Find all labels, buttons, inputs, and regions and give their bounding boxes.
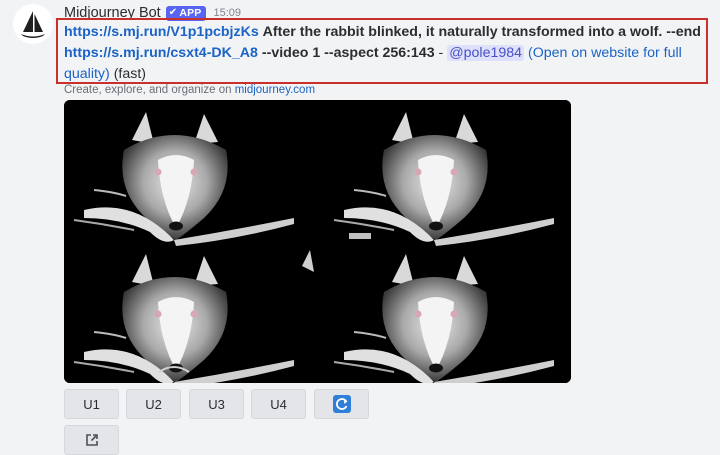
user-mention[interactable]: @pole1984 xyxy=(447,45,525,61)
prompt-params: --video 1 --aspect 256:143 xyxy=(261,45,435,61)
open-web-button[interactable] xyxy=(64,425,119,455)
video-grid-image[interactable] xyxy=(64,100,571,383)
upscale-3-button[interactable]: U3 xyxy=(189,389,244,419)
bot-avatar[interactable] xyxy=(13,4,53,44)
midjourney-boat-icon xyxy=(21,11,45,38)
speed-mode: (fast) xyxy=(113,66,147,82)
upscale-4-button[interactable]: U4 xyxy=(251,389,306,419)
refresh-icon xyxy=(332,395,351,413)
image-link[interactable]: https://s.mj.run/V1p1pcbjzKs xyxy=(64,24,259,40)
separator: - xyxy=(438,45,444,61)
upscale-1-button[interactable]: U1 xyxy=(64,389,119,419)
embed-description: Create, explore, and organize on midjour… xyxy=(64,84,315,96)
external-link-icon xyxy=(85,434,98,446)
message-content: https://s.mj.run/V1p1pcbjzKs After the r… xyxy=(56,18,708,84)
midjourney-link[interactable]: midjourney.com xyxy=(235,84,315,96)
embed-text: Create, explore, and organize on xyxy=(64,84,232,96)
upscale-2-button[interactable]: U2 xyxy=(126,389,181,419)
reroll-button[interactable] xyxy=(314,389,369,419)
prompt-text: After the rabbit blinked, it naturally t… xyxy=(262,24,701,40)
verified-check-icon: ✔ xyxy=(168,7,178,18)
end-image-link[interactable]: https://s.mj.run/csxt4-DK_A8 xyxy=(64,45,258,61)
